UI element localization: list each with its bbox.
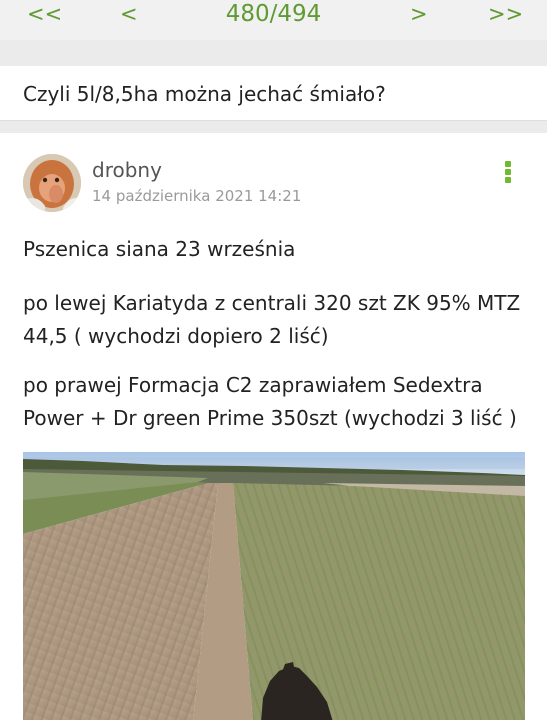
- post-paragraph: po prawej Formacja C2 zaprawiałem Sedext…: [23, 373, 517, 430]
- quoted-post-text: Czyli 5l/8,5ha można jechać śmiało?: [23, 82, 386, 106]
- post-paragraph: po lewej Kariatyda z centrali 320 szt ZK…: [23, 291, 521, 348]
- vertical-dots-icon[interactable]: [503, 161, 513, 187]
- pagination-bar: 480/494 << < > >>: [0, 0, 547, 40]
- avatar-image: [23, 154, 81, 212]
- next-page-button[interactable]: >: [410, 0, 428, 28]
- forum-post: drobny 14 października 2021 14:21 Pszeni…: [0, 133, 547, 720]
- page-counter: 480/494: [225, 1, 322, 27]
- avatar[interactable]: [23, 154, 81, 212]
- field-photo[interactable]: [23, 452, 525, 720]
- quoted-post-card[interactable]: Czyli 5l/8,5ha można jechać śmiało?: [0, 66, 547, 121]
- previous-page-button[interactable]: <: [120, 0, 138, 28]
- post-author[interactable]: drobny: [92, 158, 162, 182]
- first-page-button[interactable]: <<: [27, 0, 62, 28]
- field-photo-image: [23, 452, 525, 720]
- last-page-button[interactable]: >>: [488, 0, 523, 28]
- post-paragraph: Pszenica siana 23 września: [23, 237, 296, 261]
- post-date: 14 października 2021 14:21: [92, 187, 302, 205]
